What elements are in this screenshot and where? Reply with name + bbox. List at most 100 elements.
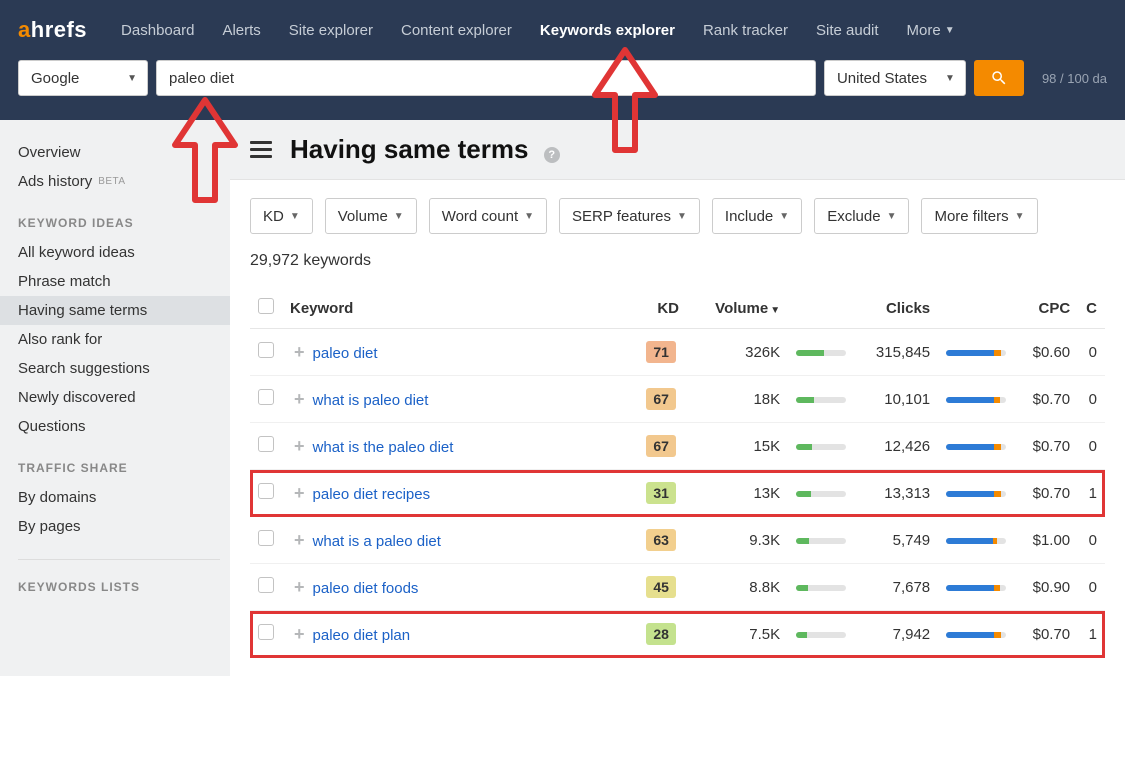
nav-content-explorer[interactable]: Content explorer xyxy=(387,22,526,39)
clicks-bar xyxy=(946,585,1006,591)
expand-icon[interactable]: + xyxy=(294,389,305,409)
select-all-checkbox[interactable] xyxy=(258,298,274,314)
filter-volume[interactable]: Volume▼ xyxy=(325,198,417,234)
filter-serp-features[interactable]: SERP features▼ xyxy=(559,198,700,234)
extra-value: 0 xyxy=(1078,376,1105,423)
nav-dashboard[interactable]: Dashboard xyxy=(107,22,208,39)
volume-bar xyxy=(796,444,846,450)
column-clicks[interactable]: Clicks xyxy=(858,288,938,329)
caret-down-icon: ▼ xyxy=(677,211,687,222)
cpc-value: $0.60 xyxy=(1018,329,1078,376)
nav-site-audit[interactable]: Site audit xyxy=(802,22,893,39)
keyword-link[interactable]: paleo diet xyxy=(313,345,378,362)
keyword-search-input[interactable] xyxy=(156,60,816,96)
filter-kd[interactable]: KD▼ xyxy=(250,198,313,234)
sidebar-item-search-suggestions[interactable]: Search suggestions xyxy=(18,354,230,383)
clicks-bar xyxy=(946,632,1006,638)
help-icon[interactable]: ? xyxy=(544,147,560,163)
volume-value: 8.8K xyxy=(698,564,788,611)
sidebar-item-also-rank-for[interactable]: Also rank for xyxy=(18,325,230,354)
nav-alerts[interactable]: Alerts xyxy=(208,22,274,39)
sidebar-item-having-same-terms[interactable]: Having same terms xyxy=(0,296,230,325)
row-checkbox[interactable] xyxy=(258,483,274,499)
sidebar-toggle-icon[interactable] xyxy=(250,137,272,162)
table-row: +paleo diet recipes3113K13,313$0.701 xyxy=(250,470,1105,517)
nav-rank-tracker[interactable]: Rank tracker xyxy=(689,22,802,39)
row-checkbox[interactable] xyxy=(258,530,274,546)
volume-bar xyxy=(796,397,846,403)
sidebar-heading: KEYWORD IDEAS xyxy=(18,216,230,230)
brand-logo: ahrefs xyxy=(18,17,87,43)
kd-badge: 67 xyxy=(646,388,676,410)
caret-down-icon: ▼ xyxy=(945,73,955,84)
table-row: +what is a paleo diet639.3K5,749$1.000 xyxy=(250,517,1105,564)
search-button[interactable] xyxy=(974,60,1024,96)
extra-value: 0 xyxy=(1078,564,1105,611)
kd-badge: 63 xyxy=(646,529,676,551)
sidebar-item-questions[interactable]: Questions xyxy=(18,412,230,441)
filter-include[interactable]: Include▼ xyxy=(712,198,802,234)
column-keyword[interactable]: Keyword xyxy=(282,288,638,329)
keyword-link[interactable]: paleo diet foods xyxy=(313,580,419,597)
column-cpc[interactable]: CPC xyxy=(1018,288,1078,329)
search-icon xyxy=(990,69,1008,87)
sidebar-item-all-keyword-ideas[interactable]: All keyword ideas xyxy=(18,238,230,267)
caret-down-icon: ▼ xyxy=(524,211,534,222)
cpc-value: $0.70 xyxy=(1018,423,1078,470)
column-extra[interactable]: C xyxy=(1078,288,1105,329)
keywords-table: Keyword KD Volume▼ Clicks CPC C + paleo d… xyxy=(250,288,1105,658)
expand-icon[interactable]: + xyxy=(294,577,305,597)
keyword-link[interactable]: paleo diet plan xyxy=(313,627,411,644)
clicks-value: 13,313 xyxy=(858,470,938,517)
page-title: Having same terms ? xyxy=(290,134,560,165)
cpc-value: $0.70 xyxy=(1018,470,1078,517)
country-select[interactable]: United States ▼ xyxy=(824,60,966,96)
nav-more[interactable]: More▼ xyxy=(893,22,969,39)
search-engine-select[interactable]: Google ▼ xyxy=(18,60,148,96)
nav-keywords-explorer[interactable]: Keywords explorer xyxy=(526,22,689,39)
nav-site-explorer[interactable]: Site explorer xyxy=(275,22,387,39)
expand-icon[interactable]: + xyxy=(294,624,305,644)
filter-word-count[interactable]: Word count▼ xyxy=(429,198,547,234)
clicks-bar xyxy=(946,491,1006,497)
row-checkbox[interactable] xyxy=(258,389,274,405)
caret-down-icon: ▼ xyxy=(779,211,789,222)
column-kd[interactable]: KD xyxy=(638,288,698,329)
clicks-bar xyxy=(946,538,1006,544)
expand-icon[interactable]: + xyxy=(294,436,305,456)
keyword-link[interactable]: paleo diet recipes xyxy=(313,486,431,503)
sidebar-item-ads-history[interactable]: Ads historyBETA xyxy=(18,167,230,196)
clicks-bar xyxy=(946,350,1006,356)
caret-down-icon: ▼ xyxy=(290,211,300,222)
volume-value: 15K xyxy=(698,423,788,470)
top-navigation: ahrefs DashboardAlertsSite explorerConte… xyxy=(0,0,1125,60)
caret-down-icon: ▼ xyxy=(945,25,955,36)
search-row: Google ▼ United States ▼ 98 / 100 da xyxy=(0,60,1125,112)
row-checkbox[interactable] xyxy=(258,577,274,593)
filter-exclude[interactable]: Exclude▼ xyxy=(814,198,909,234)
volume-bar xyxy=(796,632,846,638)
extra-value: 0 xyxy=(1078,423,1105,470)
expand-icon[interactable]: + xyxy=(294,342,305,362)
filter-more-filters[interactable]: More filters▼ xyxy=(921,198,1037,234)
expand-icon[interactable]: + xyxy=(294,483,305,503)
sidebar-item-newly-discovered[interactable]: Newly discovered xyxy=(18,383,230,412)
kd-badge: 67 xyxy=(646,435,676,457)
results-count: 29,972 keywords xyxy=(250,252,1105,270)
expand-icon[interactable]: + xyxy=(294,530,305,550)
keyword-link[interactable]: what is paleo diet xyxy=(313,392,429,409)
row-checkbox[interactable] xyxy=(258,436,274,452)
keyword-link[interactable]: what is the paleo diet xyxy=(313,439,454,456)
sidebar-item-by-domains[interactable]: By domains xyxy=(18,483,230,512)
column-volume[interactable]: Volume▼ xyxy=(698,288,788,329)
sidebar-item-by-pages[interactable]: By pages xyxy=(18,512,230,541)
kd-badge: 45 xyxy=(646,576,676,598)
sidebar-item-phrase-match[interactable]: Phrase match xyxy=(18,267,230,296)
beta-badge: BETA xyxy=(98,176,125,187)
volume-value: 13K xyxy=(698,470,788,517)
sidebar-item-overview[interactable]: Overview xyxy=(18,138,230,167)
table-row: +what is the paleo diet6715K12,426$0.700 xyxy=(250,423,1105,470)
keyword-link[interactable]: what is a paleo diet xyxy=(313,533,441,550)
row-checkbox[interactable] xyxy=(258,624,274,640)
row-checkbox[interactable] xyxy=(258,342,274,358)
